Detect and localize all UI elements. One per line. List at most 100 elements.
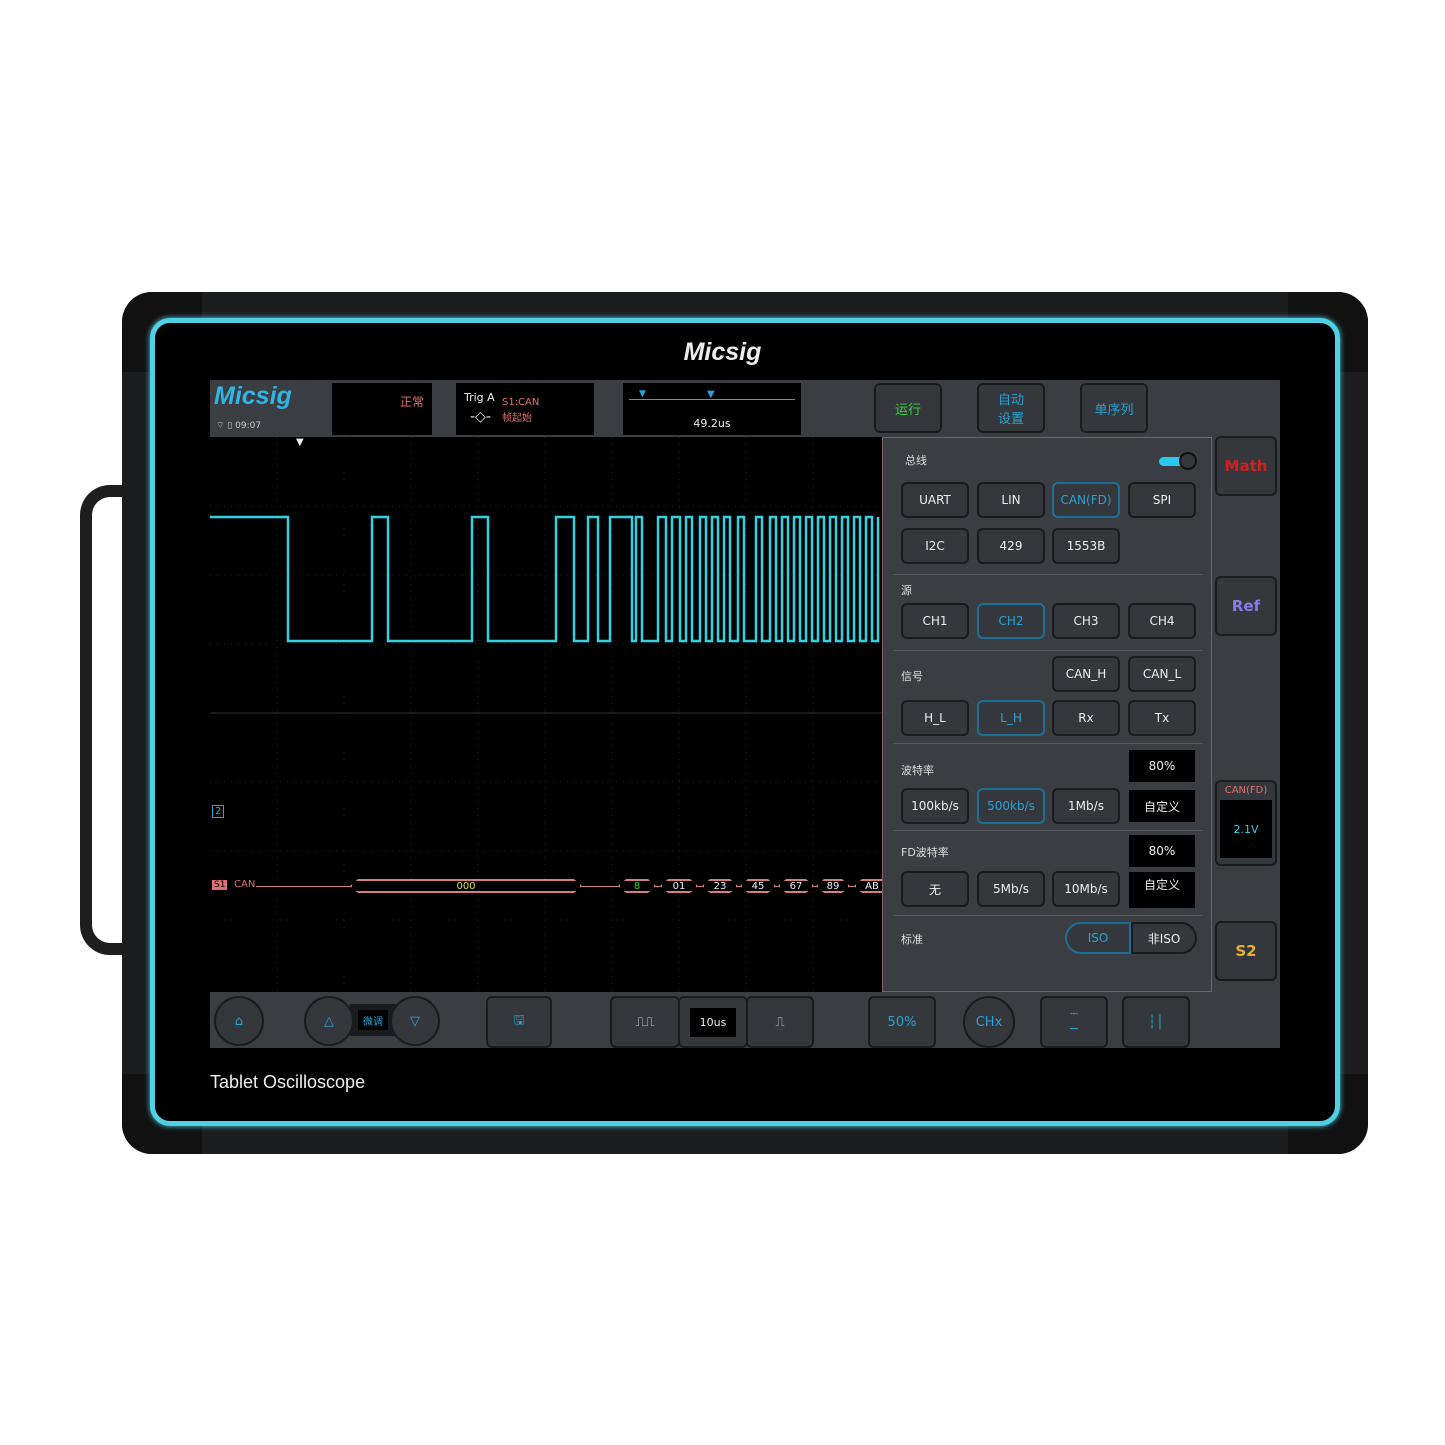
fd-custom-input[interactable]: 自定义 (1129, 872, 1195, 908)
decode-field[interactable]: 01 (660, 879, 698, 893)
trigger-time-marker-icon[interactable]: ▼ (296, 437, 304, 448)
timebase-increase-button[interactable]: ⎍ (746, 996, 814, 1048)
signal-canh-button[interactable]: CAN_H (1052, 656, 1120, 692)
signal-lh-button[interactable]: L_H (977, 700, 1045, 736)
bus-lin-button[interactable]: LIN (977, 482, 1045, 518)
fd-baud-label: FD波特率 (901, 846, 949, 859)
decode-field[interactable]: 23 (702, 879, 738, 893)
baud-label: 波特率 (901, 764, 934, 777)
waveform-svg (210, 437, 882, 992)
clock: 09:07 (235, 421, 262, 431)
wifi-icon: ⌔ ▯ (216, 421, 236, 431)
timebase-display[interactable]: 10us (678, 996, 748, 1048)
auto-setup-button[interactable]: 自动 设置 (977, 383, 1045, 433)
chx-button[interactable]: CHx (963, 996, 1015, 1048)
timebase-decrease-button[interactable]: ⎍⎍ (610, 996, 680, 1048)
signal-tx-button[interactable]: Tx (1128, 700, 1196, 736)
decode-field-value: 8 (633, 881, 641, 892)
signal-hl-button[interactable]: H_L (901, 700, 969, 736)
bus-canfd-button[interactable]: CAN(FD) (1052, 482, 1120, 518)
math-button[interactable]: Math (1215, 436, 1277, 496)
decode-field[interactable]: 45 (740, 879, 776, 893)
bus-channel-title: CAN(FD) (1224, 785, 1268, 796)
bus-label: 总线 (905, 454, 927, 467)
bus-toggle[interactable] (1159, 452, 1199, 470)
baud-sample-point[interactable]: 80% (1129, 750, 1195, 782)
decode-field-value: 01 (672, 881, 686, 892)
fd-5m-button[interactable]: 5Mb/s (977, 871, 1045, 907)
up-button[interactable]: △ (304, 996, 354, 1046)
vertical-cursor-button[interactable]: ┆│ (1122, 996, 1190, 1048)
triangle-up-icon: △ (324, 1013, 334, 1029)
horizontal-cursor-button[interactable]: ┄ ─ (1040, 996, 1108, 1048)
divider (893, 650, 1203, 651)
decode-field-value: 89 (826, 881, 840, 892)
home-icon: ⌂ (234, 1013, 244, 1029)
divider (893, 743, 1203, 744)
wide-pulse-icon: ⎍ (775, 1014, 785, 1030)
divider (893, 830, 1203, 831)
fd-sample-point[interactable]: 80% (1129, 835, 1195, 867)
down-button[interactable]: ▽ (390, 996, 440, 1046)
source-ch1-button[interactable]: CH1 (901, 603, 969, 639)
baud-1m-button[interactable]: 1Mb/s (1052, 788, 1120, 824)
decode-field[interactable]: 89 (816, 879, 850, 893)
run-button[interactable]: 运行 (874, 383, 942, 433)
baud-custom-input[interactable]: 自定义 (1129, 790, 1195, 822)
signal-canl-button[interactable]: CAN_L (1128, 656, 1196, 692)
decode-field-value: 000 (456, 881, 476, 892)
baud-100k-button[interactable]: 100kb/s (901, 788, 969, 824)
timebase-value: 10us (689, 1007, 737, 1037)
fd-none-button[interactable]: 无 (901, 871, 969, 907)
app-logo: Micsig (214, 382, 292, 410)
bus-threshold-value: 2.1V (1220, 800, 1272, 858)
home-button[interactable]: ⌂ (214, 996, 264, 1046)
bus-i2c-button[interactable]: I2C (901, 528, 969, 564)
signal-rx-button[interactable]: Rx (1052, 700, 1120, 736)
baud-500k-button[interactable]: 500kb/s (977, 788, 1045, 824)
trigger-source: S1:CAN (502, 397, 540, 408)
save-button[interactable]: 🖫 (486, 996, 552, 1048)
narrow-pulse-icon: ⎍⎍ (635, 1014, 655, 1030)
save-icon: 🖫 (513, 1013, 525, 1028)
source-ch4-button[interactable]: CH4 (1128, 603, 1196, 639)
bus-settings-panel: 总线 UART LIN CAN(FD) SPI I2C 429 1553B 源 … (882, 437, 1212, 992)
trigger-edge-icon: -◇- (470, 409, 491, 425)
vertical-cursor-icon: ┆│ (1148, 1014, 1164, 1030)
decode-field[interactable]: 8 (618, 879, 656, 893)
ref-button[interactable]: Ref (1215, 576, 1277, 636)
trigger-info-box[interactable]: Trig A -◇- S1:CAN 帧起始 (456, 383, 594, 435)
source-label: 源 (901, 584, 912, 597)
source-ch2-button[interactable]: CH2 (977, 603, 1045, 639)
acquisition-mode-box[interactable]: 正常 (332, 383, 432, 435)
divider (893, 574, 1203, 575)
bus-1553b-button[interactable]: 1553B (1052, 528, 1120, 564)
bus-429-button[interactable]: 429 (977, 528, 1045, 564)
standard-label: 标准 (901, 933, 923, 946)
decode-track: 000 8 01 23 45 67 89 AB (210, 879, 882, 893)
waveform-display[interactable]: ▼ 2 S1 CAN 000 8 01 23 45 67 89 AB (210, 437, 882, 992)
bus-spi-button[interactable]: SPI (1128, 482, 1196, 518)
trigger-50-button[interactable]: 50% (868, 996, 936, 1048)
fine-tune-button[interactable]: 微调 (358, 1010, 388, 1030)
oscilloscope-screen: Micsig ⌔ ▯ 09:07 正常 Trig A -◇- S1:CAN 帧起… (210, 380, 1280, 1048)
fd-10m-button[interactable]: 10Mb/s (1052, 871, 1120, 907)
s2-button[interactable]: S2 (1215, 921, 1277, 981)
horizontal-cursor-icon: ┄ ─ (1070, 1007, 1078, 1037)
window-marker-icon: ▼ (639, 389, 646, 399)
time-offset-box[interactable]: ▼ ▼ 49.2us (623, 383, 801, 435)
triangle-down-icon: ▽ (410, 1013, 420, 1029)
channel-2-marker[interactable]: 2 (212, 805, 225, 818)
single-sequence-button[interactable]: 单序列 (1080, 383, 1148, 433)
bus-uart-button[interactable]: UART (901, 482, 969, 518)
brand-logo: Micsig (683, 338, 762, 366)
waveform-trace (210, 515, 880, 643)
decode-field[interactable]: 67 (778, 879, 814, 893)
decode-field[interactable]: 000 (350, 879, 582, 893)
standard-iso-button[interactable]: ISO (1065, 922, 1131, 954)
standard-non-iso-button[interactable]: 非ISO (1131, 922, 1197, 954)
source-ch3-button[interactable]: CH3 (1052, 603, 1120, 639)
status-row: ⌔ ▯ 09:07 (216, 420, 261, 431)
bottom-toolbar: ⌂ △ 微调 ▽ 🖫 ⎍⎍ 10us ⎍ 50% CHx ┄ ─ ┆│ (210, 992, 1280, 1048)
bus-channel-card[interactable]: CAN(FD) 2.1V (1215, 780, 1277, 866)
